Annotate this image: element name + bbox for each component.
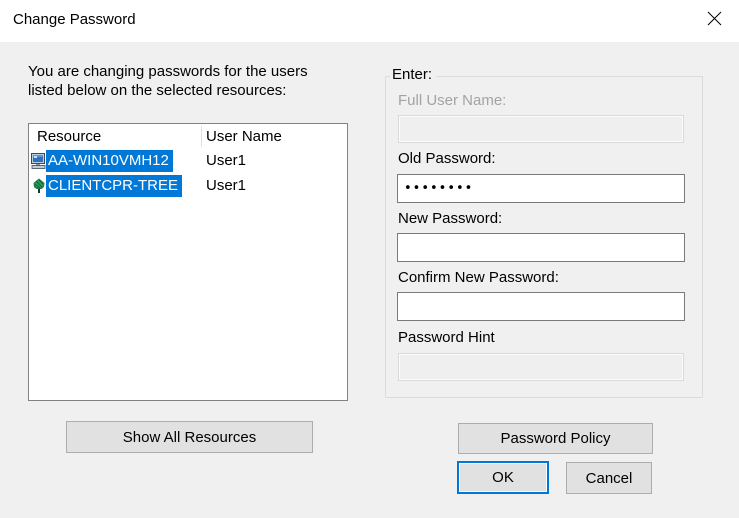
dialog-title: Change Password	[13, 11, 136, 28]
old-password-label: Old Password:	[398, 150, 496, 167]
instruction-line-1: You are changing passwords for the users	[28, 62, 368, 81]
close-button[interactable]	[692, 0, 737, 40]
resource-list[interactable]: Resource User Name AA-WIN10VMH12 User1	[28, 123, 348, 401]
close-icon	[707, 11, 722, 29]
password-policy-button[interactable]: Password Policy	[458, 423, 653, 454]
instruction-line-2: listed below on the selected resources:	[28, 81, 368, 100]
tree-icon	[31, 178, 47, 194]
show-all-resources-button[interactable]: Show All Resources	[66, 421, 313, 453]
resource-name-selected[interactable]: CLIENTCPR-TREE	[46, 175, 182, 197]
user-name-cell: User1	[206, 152, 246, 169]
confirm-new-password-label: Confirm New Password:	[398, 269, 559, 286]
column-header-resource: Resource	[37, 128, 101, 145]
password-hint-label: Password Hint	[398, 329, 495, 346]
old-password-input[interactable]	[397, 174, 685, 203]
column-header-user-name: User Name	[206, 128, 282, 145]
enter-groupbox: Enter: Full User Name: Old Password: New…	[385, 76, 703, 398]
computer-icon	[31, 153, 47, 169]
resource-name-selected[interactable]: AA-WIN10VMH12	[46, 150, 173, 172]
instruction-text: You are changing passwords for the users…	[28, 62, 368, 100]
list-item-resource-1[interactable]: AA-WIN10VMH12 User1	[29, 149, 347, 174]
new-password-label: New Password:	[398, 210, 502, 227]
password-hint-input	[398, 353, 684, 381]
titlebar: Change Password	[0, 0, 739, 42]
change-password-dialog: Change Password You are changing passwor…	[0, 0, 739, 518]
confirm-new-password-input[interactable]	[397, 292, 685, 321]
cancel-button[interactable]: Cancel	[566, 462, 652, 494]
list-item-resource-2[interactable]: CLIENTCPR-TREE User1	[29, 174, 347, 199]
ok-button[interactable]: OK	[457, 461, 549, 494]
column-divider	[201, 126, 202, 147]
groupbox-legend: Enter:	[390, 66, 436, 83]
user-name-cell: User1	[206, 177, 246, 194]
full-user-name-label: Full User Name:	[398, 92, 506, 109]
new-password-input[interactable]	[397, 233, 685, 262]
full-user-name-input	[398, 115, 684, 143]
